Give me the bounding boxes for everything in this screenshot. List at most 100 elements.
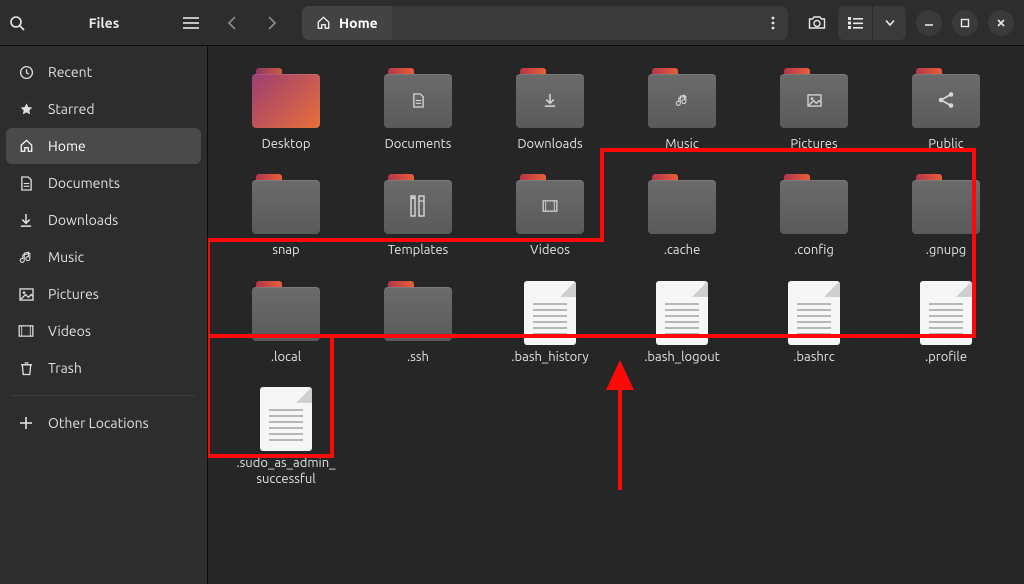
grid-item-label: .local: [271, 349, 301, 365]
home-icon: [18, 139, 34, 153]
grid-item[interactable]: .ssh: [368, 281, 468, 365]
download-icon: [18, 213, 34, 228]
grid-item[interactable]: .bash_logout: [632, 281, 732, 365]
grid-item[interactable]: .profile: [896, 281, 996, 365]
text-file-icon: [524, 281, 576, 345]
folder-icon: [384, 178, 452, 234]
grid-item-label: .cache: [664, 242, 701, 258]
sidebar-item-recent[interactable]: Recent: [6, 54, 201, 90]
sidebar-item-label: Downloads: [48, 212, 118, 228]
music-icon: [18, 250, 34, 265]
grid-item-label: Pictures: [790, 136, 837, 152]
minimize-icon: [923, 17, 935, 29]
grid-item[interactable]: Music: [632, 68, 732, 152]
grid-item[interactable]: Pictures: [764, 68, 864, 152]
grid-item-label: .bash_history: [511, 349, 588, 365]
grid-item-label: .gnupg: [926, 242, 967, 258]
search-icon: [9, 15, 25, 31]
search-button[interactable]: [0, 6, 34, 40]
grid-item-label: Public: [928, 136, 963, 152]
folder-icon: [912, 72, 980, 128]
text-file-icon: [260, 387, 312, 451]
folder-icon: [780, 72, 848, 128]
maximize-icon: [959, 17, 971, 29]
window-maximize-button[interactable]: [952, 10, 978, 36]
text-file-icon: [788, 281, 840, 345]
grid-item-label: Documents: [385, 136, 452, 152]
grid-item[interactable]: Desktop: [236, 68, 336, 152]
window-close-button[interactable]: [988, 10, 1014, 36]
grid-item[interactable]: snap: [236, 174, 336, 258]
nav-buttons: [208, 6, 296, 40]
grid-item[interactable]: .bash_history: [500, 281, 600, 365]
view-list-button[interactable]: [838, 6, 872, 40]
grid-item-label: .ssh: [407, 349, 429, 365]
grid-item[interactable]: Templates: [368, 174, 468, 258]
window-minimize-button[interactable]: [916, 10, 942, 36]
grid-item[interactable]: .bashrc: [764, 281, 864, 365]
breadcrumb-home[interactable]: Home: [302, 6, 392, 40]
grid-item-label: Downloads: [517, 136, 582, 152]
clock-icon: [18, 65, 34, 80]
chevron-right-icon: [265, 16, 277, 30]
home-icon: [316, 16, 331, 30]
text-file-icon: [920, 281, 972, 345]
back-button[interactable]: [216, 6, 250, 40]
camera-button[interactable]: [800, 6, 834, 40]
grid-item[interactable]: .cache: [632, 174, 732, 258]
sidebar-item-label: Other Locations: [48, 415, 149, 431]
sidebar-menu-button[interactable]: [174, 6, 208, 40]
folder-icon: [912, 178, 980, 234]
grid-item-label: Videos: [530, 242, 570, 258]
forward-button[interactable]: [254, 6, 288, 40]
sidebar-item-videos[interactable]: Videos: [6, 313, 201, 349]
folder-icon: [780, 178, 848, 234]
grid-item[interactable]: .sudo_as_admin_successful: [236, 387, 336, 488]
grid-item[interactable]: .config: [764, 174, 864, 258]
sidebar-item-label: Trash: [48, 360, 82, 376]
folder-icon: [516, 178, 584, 234]
breadcrumb-home-label: Home: [339, 15, 378, 31]
file-grid[interactable]: Desktop Documents Downloads Music Pictures Pu…: [208, 46, 1024, 584]
path-pill[interactable]: Home: [302, 6, 788, 40]
camera-icon: [808, 15, 826, 30]
titlebar: Files Home: [0, 0, 1024, 46]
folder-icon: [252, 178, 320, 234]
grid-item[interactable]: Documents: [368, 68, 468, 152]
sidebar-item-other-locations[interactable]: Other Locations: [6, 405, 201, 441]
grid-item-label: .bashrc: [793, 349, 835, 365]
path-menu-button[interactable]: [758, 6, 788, 40]
kebab-icon: [771, 16, 775, 30]
grid-item[interactable]: Videos: [500, 174, 600, 258]
files-window: Files Home: [0, 0, 1024, 584]
trash-icon: [18, 361, 34, 376]
sidebar-item-downloads[interactable]: Downloads: [6, 202, 201, 238]
sidebar-item-pictures[interactable]: Pictures: [6, 276, 201, 312]
sidebar-item-trash[interactable]: Trash: [6, 350, 201, 386]
folder-icon: [516, 72, 584, 128]
folder-icon: [384, 285, 452, 341]
folder-icon: [252, 285, 320, 341]
view-controls: [838, 6, 906, 40]
sidebar-item-label: Pictures: [48, 286, 99, 302]
grid-item[interactable]: .local: [236, 281, 336, 365]
sidebar-item-starred[interactable]: Starred: [6, 91, 201, 127]
sidebar-item-label: Recent: [48, 64, 92, 80]
sidebar-item-home[interactable]: Home: [6, 128, 201, 164]
sidebar-item-label: Home: [48, 138, 86, 154]
grid-item-label: .profile: [925, 349, 967, 365]
doc-icon: [18, 176, 34, 191]
sidebar-item-documents[interactable]: Documents: [6, 165, 201, 201]
folder-icon: [648, 178, 716, 234]
grid-item[interactable]: Downloads: [500, 68, 600, 152]
hamburger-icon: [183, 17, 199, 29]
video-icon: [18, 325, 34, 337]
view-dropdown-button[interactable]: [872, 6, 906, 40]
sidebar-item-music[interactable]: Music: [6, 239, 201, 275]
grid-item[interactable]: .gnupg: [896, 174, 996, 258]
chevron-left-icon: [227, 16, 239, 30]
grid-item-label: snap: [272, 242, 299, 258]
grid-item[interactable]: Public: [896, 68, 996, 152]
sidebar-item-label: Starred: [48, 101, 95, 117]
plus-icon: [18, 416, 34, 430]
